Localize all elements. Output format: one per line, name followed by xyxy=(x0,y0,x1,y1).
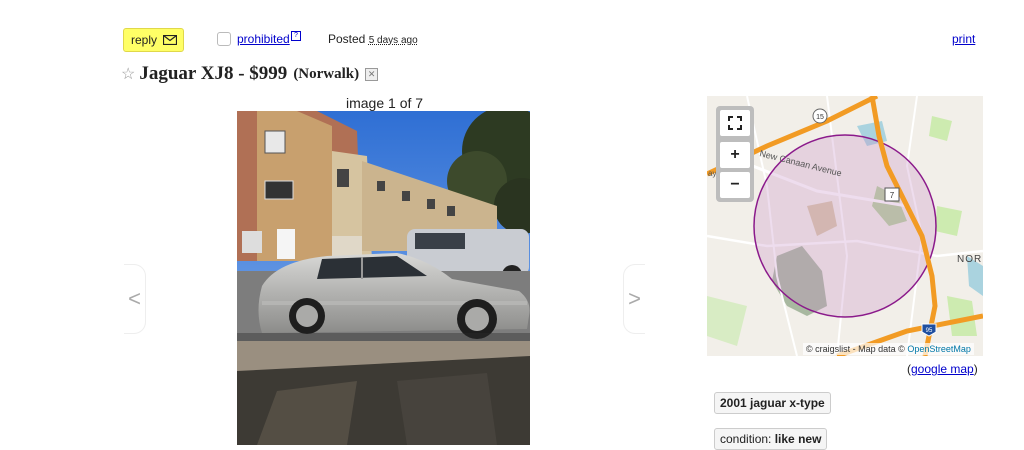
map-controls: + − xyxy=(716,106,754,202)
hide-posting-icon[interactable]: ✕ xyxy=(365,67,379,81)
prohibited-link[interactable]: prohibited xyxy=(237,32,290,46)
posted-info: Posted 5 days ago xyxy=(328,32,418,46)
map-attribution: © craigslist - Map data © OpenStreetMap xyxy=(803,343,974,355)
prev-image-button[interactable]: < xyxy=(124,264,146,334)
place-label: NOR xyxy=(957,254,982,265)
prev-arrow-icon: < xyxy=(128,286,141,311)
envelope-icon xyxy=(163,35,178,45)
condition-label: condition: xyxy=(720,432,772,446)
route-15-label: 15 xyxy=(816,114,824,121)
print-link[interactable]: print xyxy=(952,32,975,46)
condition-value: like new xyxy=(774,432,822,446)
attribution-prefix: © craigslist - Map data © xyxy=(806,344,905,354)
route-95-label: 95 xyxy=(926,328,933,334)
flag-prohibited-checkbox[interactable] xyxy=(217,32,231,46)
listing-title: Jaguar XJ8 - $999 xyxy=(139,63,288,84)
next-arrow-icon: > xyxy=(628,286,641,311)
image-counter: image 1 of 7 xyxy=(346,95,424,111)
help-icon[interactable]: ? xyxy=(291,31,301,41)
fullscreen-button[interactable] xyxy=(720,110,750,136)
google-map-wrapper: (google map) xyxy=(907,362,978,376)
posted-label: Posted xyxy=(328,32,366,46)
zoom-in-button[interactable]: + xyxy=(720,142,750,168)
next-image-button[interactable]: > xyxy=(623,264,645,334)
google-map-link[interactable]: google map xyxy=(911,362,974,376)
listing-photo[interactable] xyxy=(237,111,530,445)
fullscreen-icon xyxy=(728,116,742,130)
reply-label: reply xyxy=(131,33,158,47)
posted-ago: 5 days ago xyxy=(368,35,418,46)
posting-title: ☆ Jaguar XJ8 - $999 (Norwalk) ✕ xyxy=(121,63,379,85)
car-photo-image xyxy=(237,111,530,445)
favorite-star-icon[interactable]: ☆ xyxy=(121,64,135,84)
reply-button[interactable]: reply xyxy=(123,28,184,52)
zoom-out-button[interactable]: − xyxy=(720,172,750,198)
attribute-condition: condition: like new xyxy=(714,428,828,450)
openstreetmap-link[interactable]: OpenStreetMap xyxy=(907,344,971,354)
attribute-model: 2001 jaguar x-type xyxy=(714,392,831,414)
listing-location: (Norwalk) xyxy=(293,65,360,82)
route-7-label: 7 xyxy=(890,191,895,200)
